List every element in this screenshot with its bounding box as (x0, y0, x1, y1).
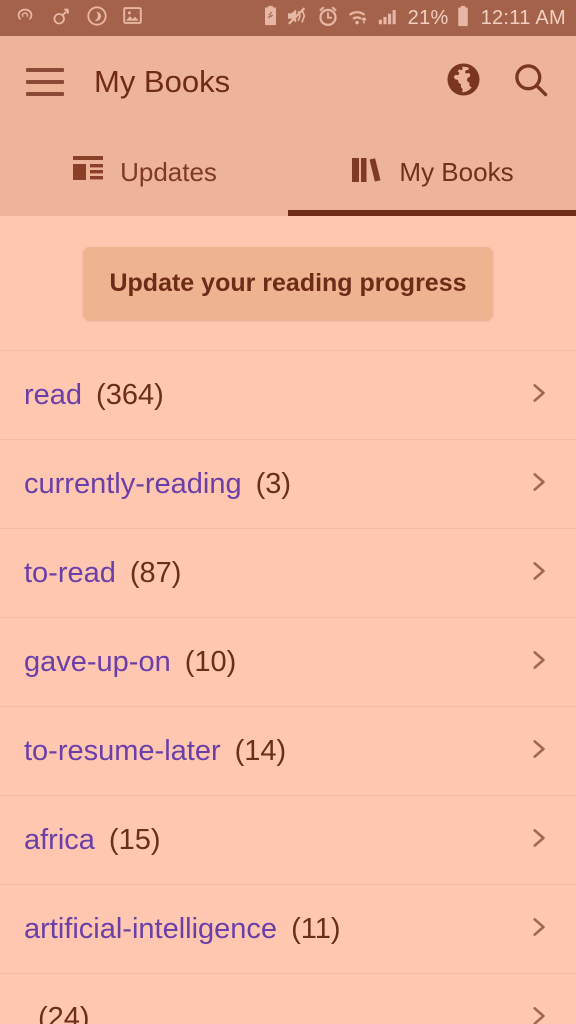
status-bar-right-icons: 21% 12:11 AM (262, 5, 566, 32)
shelf-count: (24) (38, 1001, 90, 1024)
tab-my-books-label: My Books (399, 156, 514, 187)
shelf-name: to-read (24, 556, 116, 589)
globe-icon[interactable] (445, 61, 482, 103)
chevron-right-icon (525, 558, 551, 589)
vpn-key-icon (14, 5, 36, 32)
battery-icon (456, 5, 470, 32)
shelf-row-gave-up-on[interactable]: gave-up-on (10) (0, 617, 576, 706)
tab-bar: Updates My Books (0, 128, 576, 216)
page-title: My Books (94, 64, 231, 99)
app-bar: My Books (0, 36, 576, 128)
bluetooth-icon (50, 5, 72, 32)
chevron-right-icon (525, 647, 551, 678)
do-not-disturb-moon-icon (86, 5, 108, 32)
clock-label: 12:11 AM (480, 6, 566, 29)
image-icon (122, 5, 143, 31)
chevron-right-icon (525, 1003, 551, 1024)
shelf-name: artificial-intelligence (24, 912, 278, 945)
shelf-name: currently-reading (24, 467, 242, 500)
hamburger-bar (26, 92, 64, 96)
hamburger-menu-icon[interactable] (26, 68, 64, 96)
shelf-row-africa[interactable]: africa (15) (0, 795, 576, 884)
chevron-right-icon (525, 825, 551, 856)
status-bar-left-icons (14, 5, 143, 32)
shelf-name: to-resume-later (24, 734, 221, 767)
app-bar-actions (445, 61, 550, 104)
hamburger-bar (26, 68, 64, 72)
shelf-count: (14) (234, 734, 287, 767)
battery-percent-label: 21% (407, 6, 449, 29)
shelf-count: (10) (184, 645, 237, 678)
shelf-count: (11) (291, 912, 341, 945)
shelf-row-currently-reading[interactable]: currently-reading (3) (0, 439, 576, 528)
shelf-count: (87) (129, 556, 182, 589)
shelf-name: read (24, 378, 83, 411)
chevron-right-icon (525, 469, 551, 500)
reading-progress-section: Update your reading progress (0, 216, 576, 350)
tab-my-books[interactable]: My Books (288, 128, 576, 216)
shelf-list: read (364) currently-reading (3) to-read… (0, 350, 576, 1024)
chevron-right-icon (525, 380, 551, 411)
shelf-count: (15) (108, 823, 161, 856)
books-icon (350, 154, 384, 191)
shelf-name: gave-up-on (24, 645, 171, 678)
update-reading-progress-button[interactable]: Update your reading progress (83, 246, 493, 320)
shelf-count: (364) (96, 378, 164, 411)
chevron-right-icon (525, 736, 551, 767)
content-area: Update your reading progress read (364) … (0, 216, 576, 1024)
status-bar: 21% 12:11 AM (0, 0, 576, 36)
shelf-row-artificial-intelligence[interactable]: artificial-intelligence (11) (0, 884, 576, 973)
tab-updates-label: Updates (120, 156, 217, 187)
battery-saver-icon (262, 5, 279, 32)
hamburger-bar (26, 80, 64, 84)
view-list-icon (71, 155, 105, 190)
cell-signal-icon (377, 5, 399, 32)
search-icon[interactable] (512, 61, 550, 104)
shelf-row-to-resume-later[interactable]: to-resume-later (14) (0, 706, 576, 795)
wifi-transfer-icon (346, 5, 370, 32)
shelf-name: africa (24, 823, 95, 856)
mute-vibrate-icon (286, 5, 310, 32)
shelf-row-to-read[interactable]: to-read (87) (0, 528, 576, 617)
chevron-right-icon (525, 914, 551, 945)
alarm-clock-icon (317, 5, 339, 32)
shelf-count: (3) (255, 467, 292, 500)
shelf-row-partial[interactable]: (24) (0, 973, 576, 1024)
tab-updates[interactable]: Updates (0, 128, 288, 216)
shelf-row-read[interactable]: read (364) (0, 350, 576, 439)
